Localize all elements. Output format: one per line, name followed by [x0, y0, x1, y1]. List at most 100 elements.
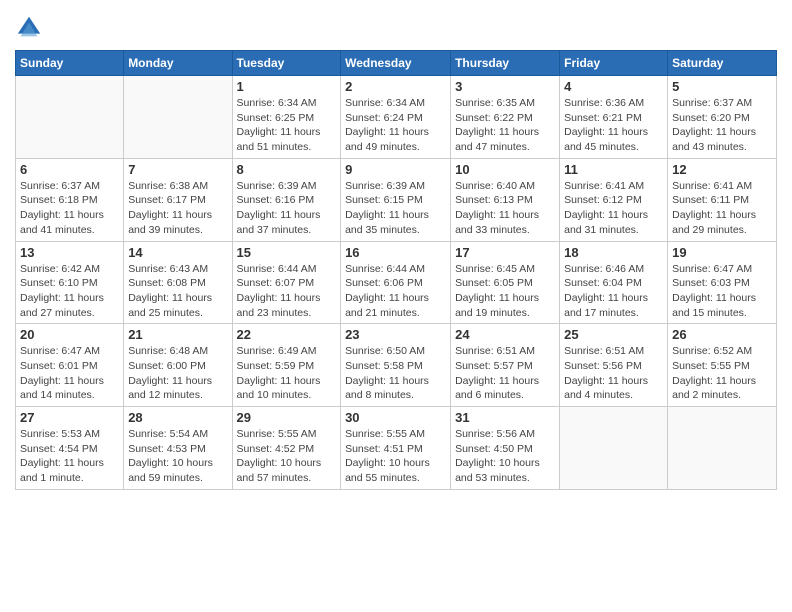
day-number: 5 [672, 79, 772, 94]
calendar-cell [124, 76, 232, 159]
day-number: 10 [455, 162, 555, 177]
day-header-tuesday: Tuesday [232, 51, 341, 76]
calendar-cell: 26Sunrise: 6:52 AM Sunset: 5:55 PM Dayli… [668, 324, 777, 407]
day-info: Sunrise: 6:47 AM Sunset: 6:03 PM Dayligh… [672, 262, 772, 321]
day-info: Sunrise: 6:39 AM Sunset: 6:15 PM Dayligh… [345, 179, 446, 238]
day-number: 9 [345, 162, 446, 177]
calendar-cell: 10 Sunrise: 6:40 AM Sunset: 6:13 PM Dayli… [451, 158, 560, 241]
day-info: Sunrise: 5:53 AM Sunset: 4:54 PM Dayligh… [20, 427, 119, 486]
day-header-saturday: Saturday [668, 51, 777, 76]
day-info: Sunrise: 6:49 AM Sunset: 5:59 PM Dayligh… [237, 344, 337, 403]
calendar-cell: 28 Sunrise: 5:54 AM Sunset: 4:53 PM Dayli… [124, 407, 232, 490]
calendar-week-row: 1Sunrise: 6:34 AM Sunset: 6:25 PM Daylig… [16, 76, 777, 159]
day-number: 26 [672, 327, 772, 342]
day-number: 11 [564, 162, 663, 177]
day-header-sunday: Sunday [16, 51, 124, 76]
day-number: 17 [455, 245, 555, 260]
calendar-cell: 22 Sunrise: 6:49 AM Sunset: 5:59 PM Dayli… [232, 324, 341, 407]
calendar-cell: 25 Sunrise: 6:51 AM Sunset: 5:56 PM Dayli… [560, 324, 668, 407]
logo [15, 14, 45, 42]
calendar-cell: 2 Sunrise: 6:34 AM Sunset: 6:24 PM Daylig… [341, 76, 451, 159]
day-number: 21 [128, 327, 227, 342]
calendar-cell [668, 407, 777, 490]
calendar-header-row: SundayMondayTuesdayWednesdayThursdayFrid… [16, 51, 777, 76]
calendar-cell: 20Sunrise: 6:47 AM Sunset: 6:01 PM Dayli… [16, 324, 124, 407]
day-header-thursday: Thursday [451, 51, 560, 76]
day-number: 4 [564, 79, 663, 94]
day-number: 15 [237, 245, 337, 260]
day-info: Sunrise: 5:55 AM Sunset: 4:52 PM Dayligh… [237, 427, 337, 486]
day-info: Sunrise: 6:38 AM Sunset: 6:17 PM Dayligh… [128, 179, 227, 238]
day-number: 31 [455, 410, 555, 425]
calendar-cell: 29 Sunrise: 5:55 AM Sunset: 4:52 PM Dayli… [232, 407, 341, 490]
day-info: Sunrise: 6:43 AM Sunset: 6:08 PM Dayligh… [128, 262, 227, 321]
calendar-table: SundayMondayTuesdayWednesdayThursdayFrid… [15, 50, 777, 490]
calendar-cell: 5 Sunrise: 6:37 AM Sunset: 6:20 PM Daylig… [668, 76, 777, 159]
day-info: Sunrise: 6:35 AM Sunset: 6:22 PM Dayligh… [455, 96, 555, 155]
day-info: Sunrise: 6:44 AM Sunset: 6:06 PM Dayligh… [345, 262, 446, 321]
day-number: 30 [345, 410, 446, 425]
day-info: Sunrise: 6:36 AM Sunset: 6:21 PM Dayligh… [564, 96, 663, 155]
calendar-week-row: 27Sunrise: 5:53 AM Sunset: 4:54 PM Dayli… [16, 407, 777, 490]
day-info: Sunrise: 6:37 AM Sunset: 6:20 PM Dayligh… [672, 96, 772, 155]
calendar-cell: 11 Sunrise: 6:41 AM Sunset: 6:12 PM Dayli… [560, 158, 668, 241]
day-info: Sunrise: 6:41 AM Sunset: 6:12 PM Dayligh… [564, 179, 663, 238]
day-header-monday: Monday [124, 51, 232, 76]
calendar-cell [16, 76, 124, 159]
day-info: Sunrise: 6:51 AM Sunset: 5:56 PM Dayligh… [564, 344, 663, 403]
day-number: 3 [455, 79, 555, 94]
day-number: 16 [345, 245, 446, 260]
logo-icon [15, 14, 43, 42]
header [15, 10, 777, 42]
calendar-cell: 15 Sunrise: 6:44 AM Sunset: 6:07 PM Dayli… [232, 241, 341, 324]
day-number: 7 [128, 162, 227, 177]
day-number: 22 [237, 327, 337, 342]
day-number: 28 [128, 410, 227, 425]
calendar-cell: 9 Sunrise: 6:39 AM Sunset: 6:15 PM Daylig… [341, 158, 451, 241]
day-info: Sunrise: 6:39 AM Sunset: 6:16 PM Dayligh… [237, 179, 337, 238]
day-number: 29 [237, 410, 337, 425]
day-header-friday: Friday [560, 51, 668, 76]
calendar-cell: 7 Sunrise: 6:38 AM Sunset: 6:17 PM Daylig… [124, 158, 232, 241]
calendar-cell [560, 407, 668, 490]
calendar-cell: 12 Sunrise: 6:41 AM Sunset: 6:11 PM Dayli… [668, 158, 777, 241]
day-number: 1 [237, 79, 337, 94]
calendar-cell: 21 Sunrise: 6:48 AM Sunset: 6:00 PM Dayli… [124, 324, 232, 407]
day-number: 23 [345, 327, 446, 342]
day-info: Sunrise: 5:54 AM Sunset: 4:53 PM Dayligh… [128, 427, 227, 486]
calendar-cell: 13 Sunrise: 6:42 AM Sunset: 6:10 PM Dayli… [16, 241, 124, 324]
calendar-week-row: 6Sunrise: 6:37 AM Sunset: 6:18 PM Daylig… [16, 158, 777, 241]
day-number: 2 [345, 79, 446, 94]
calendar-cell: 14 Sunrise: 6:43 AM Sunset: 6:08 PM Dayli… [124, 241, 232, 324]
day-info: Sunrise: 6:40 AM Sunset: 6:13 PM Dayligh… [455, 179, 555, 238]
day-number: 25 [564, 327, 663, 342]
day-info: Sunrise: 6:48 AM Sunset: 6:00 PM Dayligh… [128, 344, 227, 403]
calendar-cell: 18 Sunrise: 6:46 AM Sunset: 6:04 PM Dayli… [560, 241, 668, 324]
day-number: 12 [672, 162, 772, 177]
day-info: Sunrise: 6:50 AM Sunset: 5:58 PM Dayligh… [345, 344, 446, 403]
day-info: Sunrise: 6:45 AM Sunset: 6:05 PM Dayligh… [455, 262, 555, 321]
day-number: 13 [20, 245, 119, 260]
day-info: Sunrise: 6:41 AM Sunset: 6:11 PM Dayligh… [672, 179, 772, 238]
calendar-cell: 23 Sunrise: 6:50 AM Sunset: 5:58 PM Dayli… [341, 324, 451, 407]
day-info: Sunrise: 6:34 AM Sunset: 6:24 PM Dayligh… [345, 96, 446, 155]
calendar-cell: 16 Sunrise: 6:44 AM Sunset: 6:06 PM Dayli… [341, 241, 451, 324]
calendar-cell: 3 Sunrise: 6:35 AM Sunset: 6:22 PM Daylig… [451, 76, 560, 159]
calendar-cell: 1Sunrise: 6:34 AM Sunset: 6:25 PM Daylig… [232, 76, 341, 159]
calendar-cell: 4 Sunrise: 6:36 AM Sunset: 6:21 PM Daylig… [560, 76, 668, 159]
day-info: Sunrise: 5:55 AM Sunset: 4:51 PM Dayligh… [345, 427, 446, 486]
calendar-week-row: 20Sunrise: 6:47 AM Sunset: 6:01 PM Dayli… [16, 324, 777, 407]
day-info: Sunrise: 6:46 AM Sunset: 6:04 PM Dayligh… [564, 262, 663, 321]
day-info: Sunrise: 6:51 AM Sunset: 5:57 PM Dayligh… [455, 344, 555, 403]
page: SundayMondayTuesdayWednesdayThursdayFrid… [0, 0, 792, 612]
day-number: 18 [564, 245, 663, 260]
calendar-cell: 31Sunrise: 5:56 AM Sunset: 4:50 PM Dayli… [451, 407, 560, 490]
day-number: 19 [672, 245, 772, 260]
day-number: 14 [128, 245, 227, 260]
calendar-cell: 8 Sunrise: 6:39 AM Sunset: 6:16 PM Daylig… [232, 158, 341, 241]
calendar-cell: 30 Sunrise: 5:55 AM Sunset: 4:51 PM Dayli… [341, 407, 451, 490]
day-number: 8 [237, 162, 337, 177]
day-info: Sunrise: 6:42 AM Sunset: 6:10 PM Dayligh… [20, 262, 119, 321]
day-info: Sunrise: 6:44 AM Sunset: 6:07 PM Dayligh… [237, 262, 337, 321]
calendar-cell: 24Sunrise: 6:51 AM Sunset: 5:57 PM Dayli… [451, 324, 560, 407]
